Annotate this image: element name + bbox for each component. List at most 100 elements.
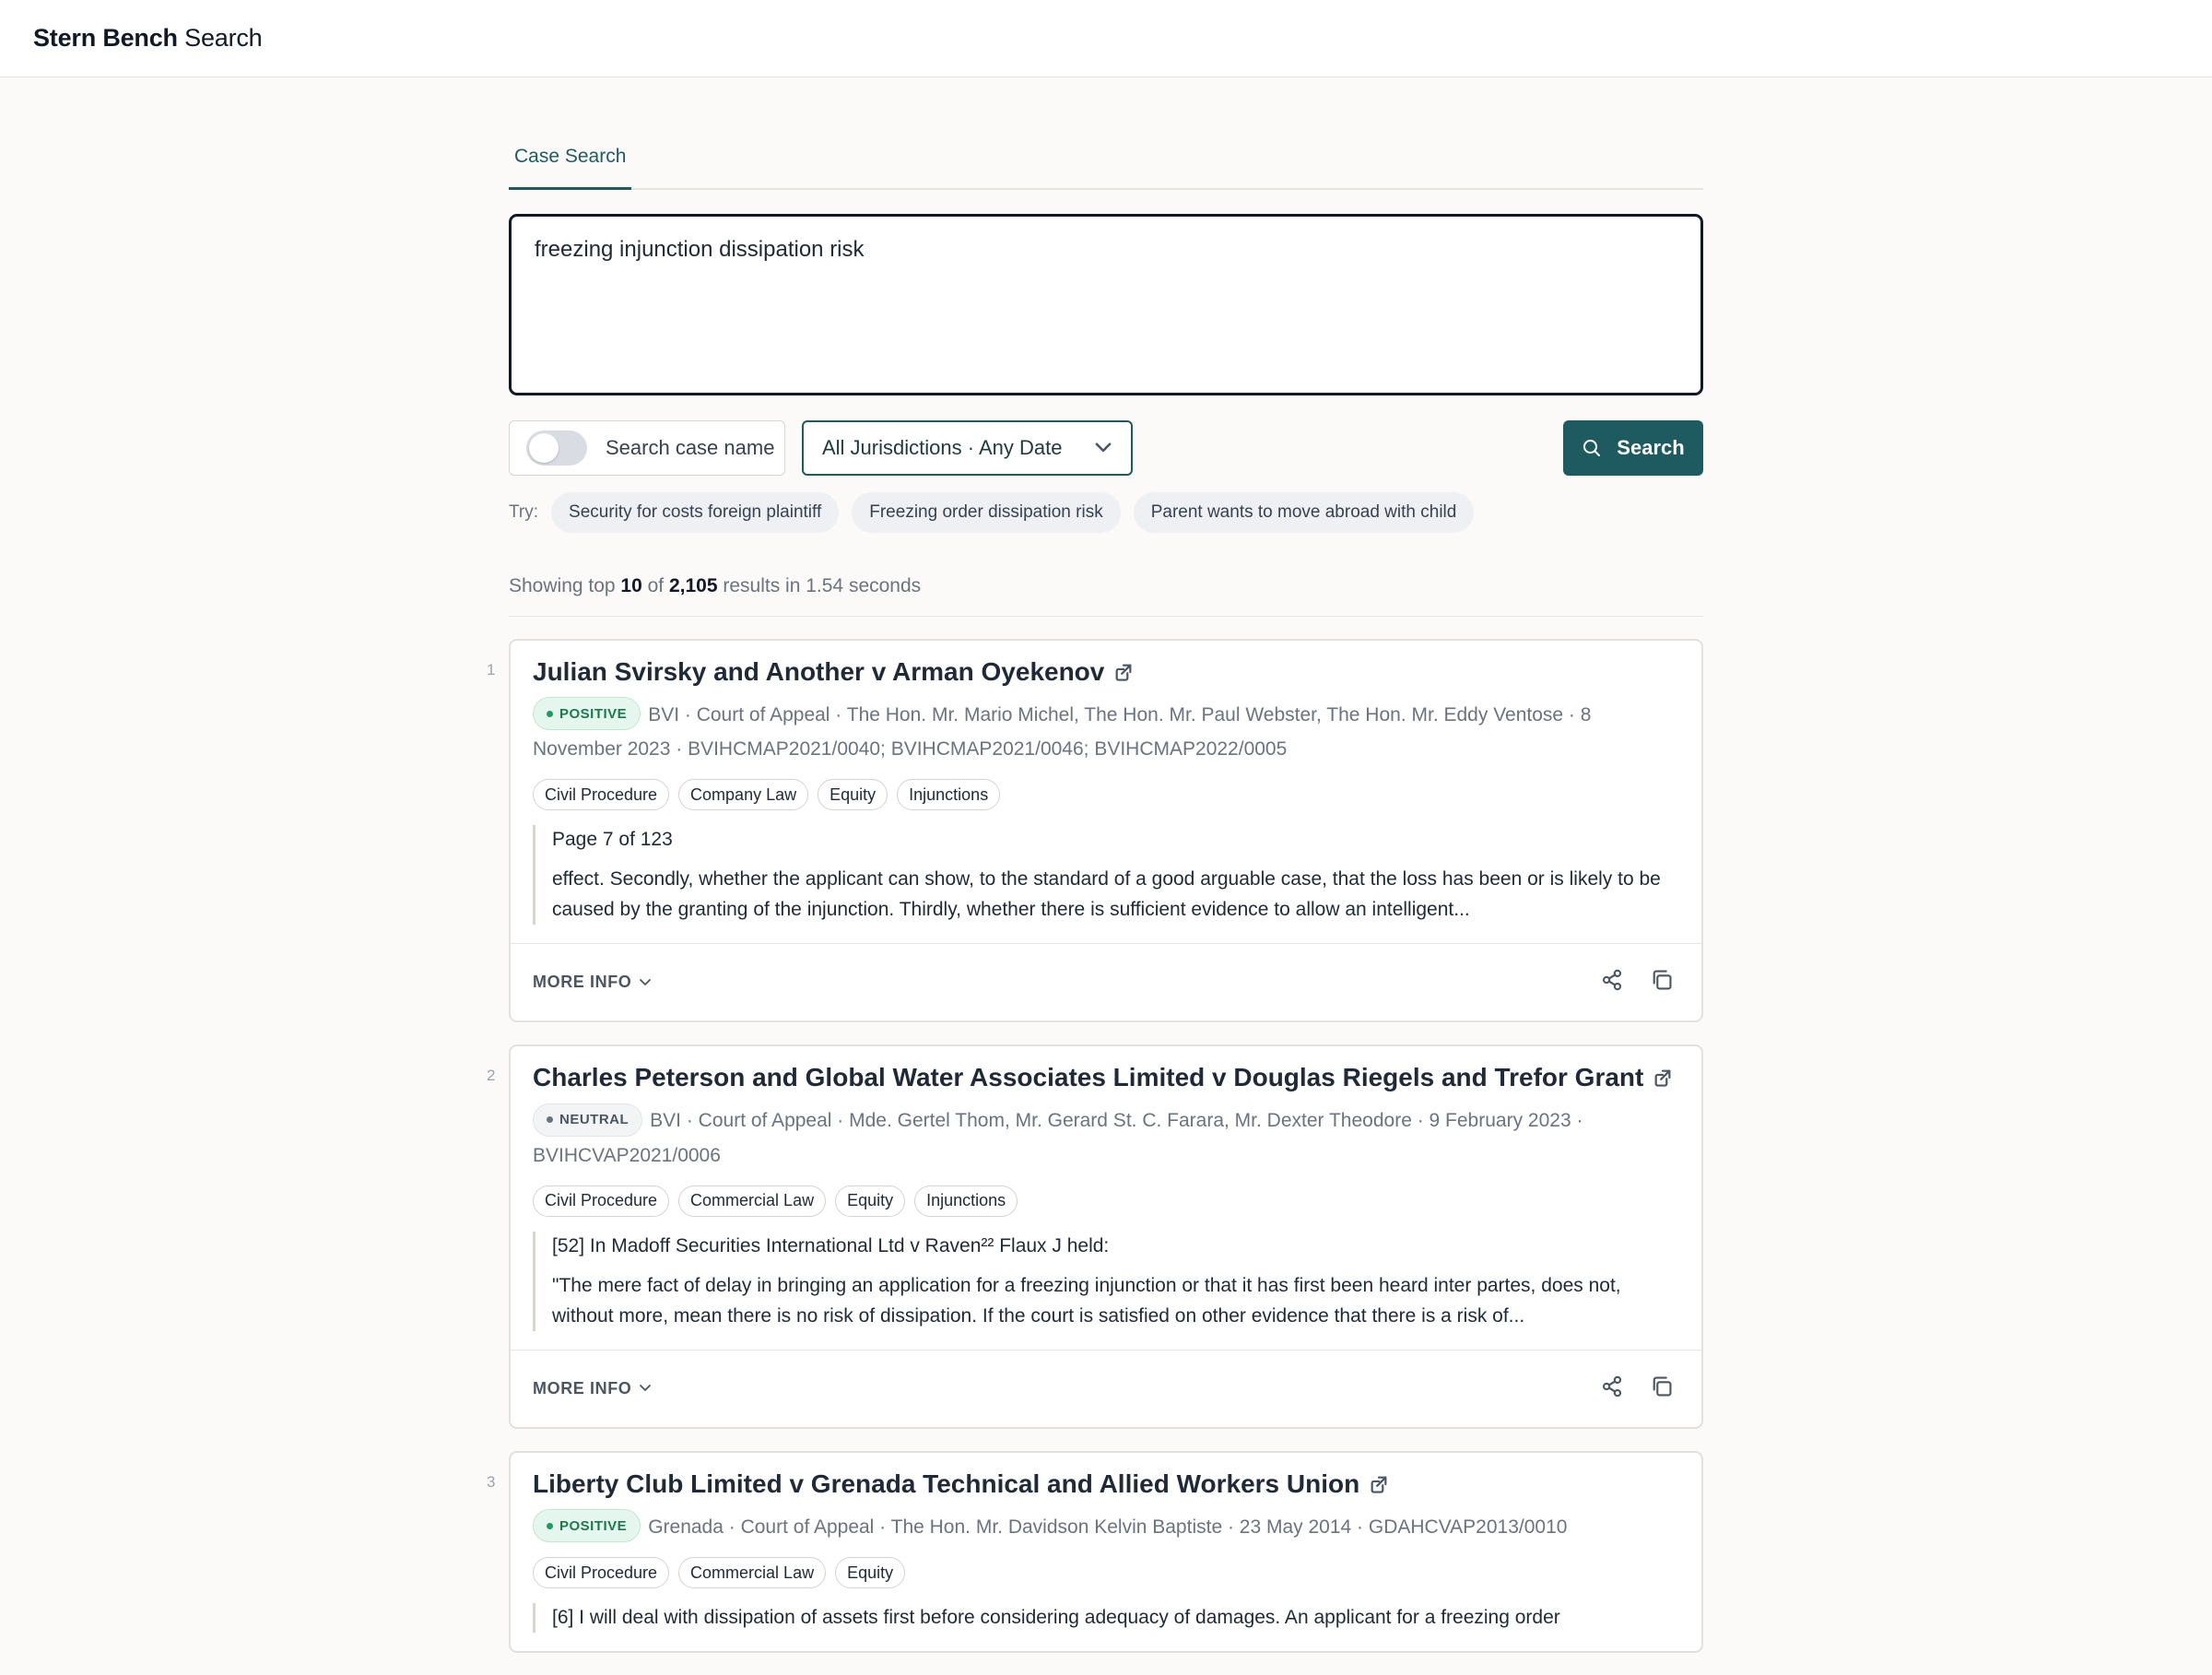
- badge-dot: [547, 1522, 553, 1529]
- external-link-icon[interactable]: [1653, 1068, 1673, 1088]
- card-actions: [1600, 1374, 1674, 1398]
- result-item: 3 Liberty Club Limited v Grenada Technic…: [487, 1450, 1703, 1654]
- summary-total: 2,105: [668, 575, 718, 596]
- search-button-label: Search: [1617, 436, 1685, 459]
- toggle-switch[interactable]: [526, 431, 587, 466]
- try-label: Try:: [509, 502, 539, 522]
- card-footer: MORE INFO: [511, 1349, 1701, 1427]
- treatment-label: POSITIVE: [559, 705, 628, 722]
- result-rank: 2: [487, 1067, 496, 1085]
- suggestion-chip[interactable]: Security for costs foreign plaintiff: [551, 492, 840, 533]
- toggle-label: Search case name: [606, 436, 775, 459]
- chevron-down-icon: [640, 1385, 652, 1392]
- search-icon: [1583, 440, 1601, 456]
- share-icon[interactable]: [1600, 1374, 1624, 1398]
- case-meta: POSITIVE Grenada · Court of Appeal · The …: [533, 1509, 1679, 1544]
- case-meta: NEUTRAL BVI · Court of Appeal · Mde. Gert…: [533, 1103, 1679, 1172]
- toggle-knob: [529, 433, 559, 463]
- top-bar: Stern Bench Search: [0, 0, 2212, 77]
- case-title: Liberty Club Limited v Grenada Technical…: [533, 1469, 1360, 1498]
- summary-of: of: [641, 575, 669, 596]
- excerpt-heading: [52] In Madoff Securities International …: [552, 1234, 1110, 1256]
- case-meta-text: Grenada · Court of Appeal · The Hon. Mr.…: [648, 1516, 1568, 1538]
- tab-case-search[interactable]: Case Search: [509, 144, 632, 190]
- summary-prefix: Showing top: [509, 575, 621, 596]
- treatment-badge: NEUTRAL: [533, 1103, 643, 1137]
- summary-shown: 10: [620, 575, 642, 596]
- topic-tag[interactable]: Equity: [835, 1557, 906, 1589]
- case-title-link[interactable]: Julian Svirsky and Another v Arman Oyeke…: [533, 657, 1679, 687]
- topic-tag[interactable]: Civil Procedure: [533, 1185, 670, 1217]
- topic-tag[interactable]: Equity: [818, 779, 888, 811]
- topic-tag[interactable]: Commercial Law: [678, 1185, 827, 1217]
- excerpt: [6] I will deal with dissipation of asse…: [533, 1603, 1679, 1634]
- external-link-icon[interactable]: [1113, 662, 1134, 682]
- search-button[interactable]: Search: [1563, 420, 1703, 476]
- excerpt: Page 7 of 123 effect. Secondly, whether …: [533, 825, 1679, 926]
- case-meta-text: BVI · Court of Appeal · The Hon. Mr. Mar…: [533, 704, 1592, 761]
- case-title-link[interactable]: Liberty Club Limited v Grenada Technical…: [533, 1469, 1679, 1499]
- treatment-label: POSITIVE: [559, 1517, 628, 1534]
- chevron-down-icon: [1095, 442, 1112, 453]
- search-query-input[interactable]: freezing injunction dissipation risk: [509, 214, 1703, 395]
- card-actions: [1600, 968, 1674, 992]
- more-info-button[interactable]: MORE INFO: [533, 1379, 652, 1398]
- excerpt-text: "The mere fact of delay in bringing an a…: [552, 1274, 1621, 1327]
- result-card: Julian Svirsky and Another v Arman Oyeke…: [509, 639, 1703, 1023]
- result-rank: 1: [487, 661, 496, 678]
- result-item: 2 Charles Peterson and Global Water Asso…: [487, 1044, 1703, 1429]
- topic-tags: Civil Procedure Commercial Law Equity: [533, 1557, 1679, 1589]
- badge-dot: [547, 710, 553, 717]
- results-list: 1 Julian Svirsky and Another v Arman Oye…: [487, 639, 1703, 1654]
- share-icon[interactable]: [1600, 968, 1624, 992]
- main-content: Case Search freezing injunction dissipat…: [487, 77, 1703, 1675]
- treatment-badge: POSITIVE: [533, 697, 641, 731]
- result-rank: 3: [487, 1472, 496, 1491]
- chevron-down-icon: [640, 979, 652, 985]
- tab-bar: Case Search: [509, 144, 1703, 190]
- copy-icon[interactable]: [1650, 968, 1674, 992]
- result-card: Charles Peterson and Global Water Associ…: [509, 1044, 1703, 1429]
- excerpt-heading: [6] I will deal with dissipation of asse…: [552, 1607, 1560, 1629]
- case-title-link[interactable]: Charles Peterson and Global Water Associ…: [533, 1063, 1679, 1092]
- app-brand[interactable]: Stern Bench Search: [33, 24, 263, 53]
- external-link-icon[interactable]: [1369, 1474, 1389, 1494]
- filter-label: All Jurisdictions · Any Date: [822, 436, 1063, 459]
- more-info-label: MORE INFO: [533, 973, 632, 992]
- search-controls: Search case name All Jurisdictions · Any…: [509, 420, 1703, 476]
- topic-tag[interactable]: Company Law: [678, 779, 809, 811]
- topic-tags: Civil Procedure Company Law Equity Injun…: [533, 779, 1679, 811]
- topic-tag[interactable]: Equity: [835, 1185, 906, 1217]
- case-name-toggle[interactable]: Search case name: [509, 420, 785, 476]
- case-title: Charles Peterson and Global Water Associ…: [533, 1063, 1644, 1092]
- suggestion-chip[interactable]: Freezing order dissipation risk: [852, 492, 1121, 533]
- card-footer: MORE INFO: [511, 943, 1701, 1020]
- suggestion-chip[interactable]: Parent wants to move abroad with child: [1133, 492, 1475, 533]
- result-item: 1 Julian Svirsky and Another v Arman Oye…: [487, 639, 1703, 1023]
- result-card: Liberty Club Limited v Grenada Technical…: [509, 1450, 1703, 1654]
- case-meta: POSITIVE BVI · Court of Appeal · The Hon.…: [533, 697, 1679, 766]
- results-summary: Showing top 10 of 2,105 results in 1.54 …: [509, 575, 1703, 617]
- topic-tag[interactable]: Injunctions: [914, 1185, 1018, 1217]
- topic-tags: Civil Procedure Commercial Law Equity In…: [533, 1185, 1679, 1217]
- case-title: Julian Svirsky and Another v Arman Oyeke…: [533, 657, 1105, 686]
- copy-icon[interactable]: [1650, 1374, 1674, 1398]
- topic-tag[interactable]: Commercial Law: [678, 1557, 827, 1589]
- suggestions-row: Try: Security for costs foreign plaintif…: [509, 492, 1703, 533]
- excerpt-text: effect. Secondly, whether the applicant …: [552, 868, 1661, 921]
- treatment-label: NEUTRAL: [559, 1112, 629, 1128]
- more-info-label: MORE INFO: [533, 1378, 632, 1398]
- excerpt-heading: Page 7 of 123: [552, 829, 673, 851]
- topic-tag[interactable]: Civil Procedure: [533, 779, 670, 811]
- brand-rest: Search: [177, 24, 263, 52]
- brand-bold: Stern Bench: [33, 24, 178, 52]
- summary-suffix: results in 1.54 seconds: [717, 575, 922, 596]
- more-info-button[interactable]: MORE INFO: [533, 973, 652, 992]
- badge-dot: [547, 1116, 553, 1124]
- topic-tag[interactable]: Injunctions: [897, 779, 1001, 811]
- case-meta-text: BVI · Court of Appeal · Mde. Gertel Thom…: [533, 1110, 1583, 1166]
- treatment-badge: POSITIVE: [533, 1509, 641, 1543]
- jurisdiction-date-filter[interactable]: All Jurisdictions · Any Date: [802, 420, 1133, 476]
- excerpt: [52] In Madoff Securities International …: [533, 1231, 1679, 1331]
- topic-tag[interactable]: Civil Procedure: [533, 1557, 670, 1589]
